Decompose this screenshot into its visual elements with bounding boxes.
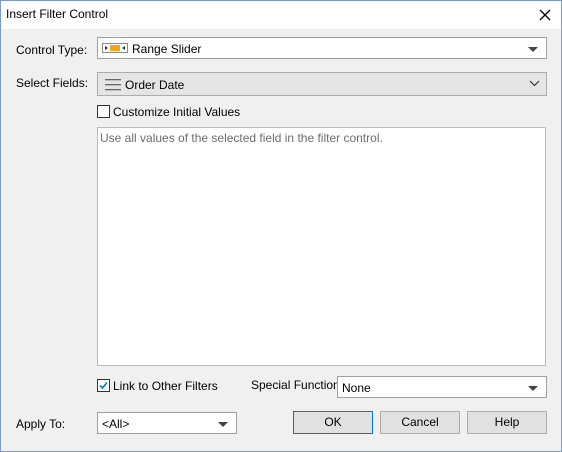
cancel-button[interactable]: Cancel bbox=[380, 411, 460, 434]
apply-to-value: <All> bbox=[102, 417, 130, 431]
control-type-label: Control Type: bbox=[16, 43, 88, 57]
apply-to-label: Apply To: bbox=[16, 417, 66, 431]
control-type-value: Range Slider bbox=[132, 42, 202, 56]
chevron-down-icon bbox=[529, 80, 540, 87]
special-function-label: Special Function: bbox=[251, 378, 344, 392]
link-to-other-filters-label: Link to Other Filters bbox=[113, 379, 218, 393]
help-button[interactable]: Help bbox=[467, 411, 547, 434]
insert-filter-control-dialog: Insert Filter Control Control Type: Rang… bbox=[0, 0, 562, 452]
customize-initial-values-checkbox[interactable] bbox=[97, 105, 110, 118]
close-icon bbox=[539, 9, 551, 21]
select-fields-value: Order Date bbox=[125, 78, 185, 92]
range-slider-icon bbox=[102, 43, 128, 53]
dropdown-arrow-icon bbox=[528, 47, 538, 52]
title-bar: Insert Filter Control bbox=[1, 1, 561, 29]
checkmark-icon bbox=[99, 381, 108, 390]
special-function-dropdown[interactable]: None bbox=[337, 376, 547, 398]
apply-to-dropdown[interactable]: <All> bbox=[97, 412, 237, 434]
dropdown-arrow-icon bbox=[218, 422, 228, 427]
special-function-value: None bbox=[342, 381, 371, 395]
select-fields-dropdown[interactable]: Order Date bbox=[97, 72, 547, 96]
customize-initial-values-label: Customize Initial Values bbox=[113, 105, 241, 119]
select-fields-label: Select Fields: bbox=[16, 76, 89, 90]
close-button[interactable] bbox=[534, 4, 556, 26]
field-list-icon bbox=[105, 79, 121, 91]
ok-button[interactable]: OK bbox=[293, 411, 373, 434]
dropdown-arrow-icon bbox=[528, 386, 538, 391]
link-to-other-filters-checkbox[interactable] bbox=[97, 379, 110, 392]
description-text: Use all values of the selected field in … bbox=[100, 131, 383, 145]
control-type-dropdown[interactable]: Range Slider bbox=[97, 37, 547, 59]
description-area: Use all values of the selected field in … bbox=[97, 127, 546, 366]
dialog-title: Insert Filter Control bbox=[6, 7, 109, 21]
